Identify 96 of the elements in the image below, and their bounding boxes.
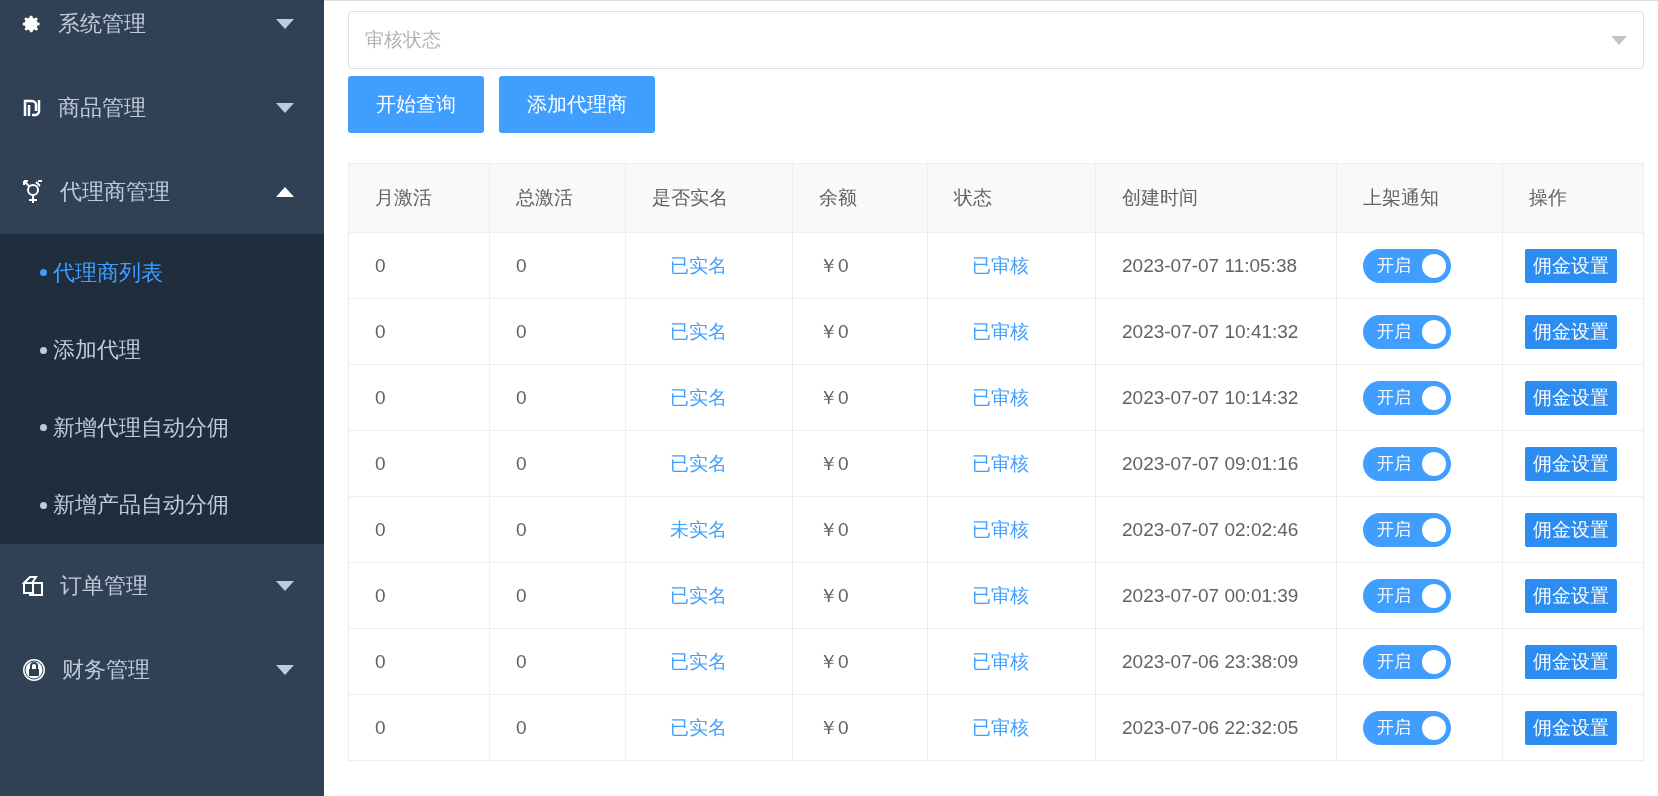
total-activation: 0 bbox=[516, 650, 527, 672]
gear-icon bbox=[22, 14, 42, 34]
realname-status[interactable]: 已实名 bbox=[652, 716, 727, 738]
review-status[interactable]: 已审核 bbox=[954, 452, 1029, 474]
realname-status[interactable]: 已实名 bbox=[652, 452, 727, 474]
column-header: 月激活 bbox=[348, 163, 490, 233]
commission-button[interactable]: 佣金设置 bbox=[1525, 644, 1617, 679]
column-header: 是否实名 bbox=[625, 163, 793, 233]
review-status[interactable]: 已审核 bbox=[954, 320, 1029, 342]
monthly-activation: 0 bbox=[375, 386, 386, 408]
balance: ￥0 bbox=[819, 518, 849, 540]
monthly-activation: 0 bbox=[375, 518, 386, 540]
menu-item[interactable]: 商品管理 bbox=[0, 66, 324, 150]
column-header: 上架通知 bbox=[1336, 163, 1503, 233]
submenu-item[interactable]: 代理商列表 bbox=[0, 234, 324, 312]
gender-symbol-icon bbox=[22, 180, 44, 204]
created-time: 2023-07-06 23:38:09 bbox=[1122, 650, 1299, 672]
total-activation: 0 bbox=[516, 452, 527, 474]
shekel-icon bbox=[22, 98, 42, 118]
realname-status[interactable]: 未实名 bbox=[652, 518, 727, 540]
column-header: 状态 bbox=[927, 163, 1096, 233]
balance: ￥0 bbox=[819, 716, 849, 738]
balance: ￥0 bbox=[819, 386, 849, 408]
caret-icon bbox=[276, 19, 294, 29]
status-select[interactable]: 审核状态 bbox=[348, 11, 1644, 69]
realname-status[interactable]: 已实名 bbox=[652, 320, 727, 342]
menu-item[interactable]: 系统管理 bbox=[0, 0, 324, 66]
menu-item[interactable]: 财务管理 bbox=[0, 628, 324, 712]
commission-button[interactable]: 佣金设置 bbox=[1525, 512, 1617, 547]
monthly-activation: 0 bbox=[375, 716, 386, 738]
total-activation: 0 bbox=[516, 320, 527, 342]
submenu-item[interactable]: 新增产品自动分佣 bbox=[0, 466, 324, 544]
column-header: 操作 bbox=[1502, 163, 1644, 233]
balance: ￥0 bbox=[819, 650, 849, 672]
notify-toggle[interactable]: 开启 bbox=[1363, 512, 1451, 547]
realname-status[interactable]: 已实名 bbox=[652, 650, 727, 672]
balance: ￥0 bbox=[819, 320, 849, 342]
commission-button[interactable]: 佣金设置 bbox=[1525, 314, 1617, 349]
commission-button[interactable]: 佣金设置 bbox=[1525, 578, 1617, 613]
total-activation: 0 bbox=[516, 518, 527, 540]
created-time: 2023-07-07 10:14:32 bbox=[1122, 386, 1299, 408]
total-activation: 0 bbox=[516, 584, 527, 606]
created-time: 2023-07-07 02:02:46 bbox=[1122, 518, 1299, 540]
caret-icon bbox=[1611, 35, 1627, 45]
balance: ￥0 bbox=[819, 452, 849, 474]
review-status[interactable]: 已审核 bbox=[954, 584, 1029, 606]
created-time: 2023-07-07 09:01:16 bbox=[1122, 452, 1299, 474]
monthly-activation: 0 bbox=[375, 320, 386, 342]
created-time: 2023-07-07 00:01:39 bbox=[1122, 584, 1299, 606]
total-activation: 0 bbox=[516, 254, 527, 276]
realname-status[interactable]: 已实名 bbox=[652, 386, 727, 408]
monthly-activation: 0 bbox=[375, 254, 386, 276]
total-activation: 0 bbox=[516, 716, 527, 738]
notify-toggle[interactable]: 开启 bbox=[1363, 644, 1451, 679]
review-status[interactable]: 已审核 bbox=[954, 518, 1029, 540]
notify-toggle[interactable]: 开启 bbox=[1363, 314, 1451, 349]
menu-item[interactable]: 订单管理 bbox=[0, 544, 324, 628]
notify-toggle[interactable]: 开启 bbox=[1363, 578, 1451, 613]
commission-button[interactable]: 佣金设置 bbox=[1525, 248, 1617, 283]
documents-icon bbox=[22, 575, 44, 597]
action-button[interactable]: 添加代理商 bbox=[499, 76, 655, 133]
menu-item[interactable]: 代理商管理 bbox=[0, 150, 324, 234]
monthly-activation: 0 bbox=[375, 650, 386, 672]
submenu-item[interactable]: 添加代理 bbox=[0, 311, 324, 389]
select-placeholder: 审核状态 bbox=[365, 28, 441, 52]
monthly-activation: 0 bbox=[375, 452, 386, 474]
action-button[interactable]: 开始查询 bbox=[348, 76, 484, 133]
created-time: 2023-07-07 10:41:32 bbox=[1122, 320, 1299, 342]
notify-toggle[interactable]: 开启 bbox=[1363, 710, 1451, 745]
created-time: 2023-07-06 22:32:05 bbox=[1122, 716, 1299, 738]
column-header: 总激活 bbox=[489, 163, 626, 233]
created-time: 2023-07-07 11:05:38 bbox=[1122, 254, 1298, 276]
balance: ￥0 bbox=[819, 584, 849, 606]
balance: ￥0 bbox=[819, 254, 849, 276]
lock-icon bbox=[22, 658, 46, 682]
caret-icon bbox=[276, 581, 294, 591]
column-header: 余额 bbox=[792, 163, 928, 233]
notify-toggle[interactable]: 开启 bbox=[1363, 446, 1451, 481]
caret-icon bbox=[276, 103, 294, 113]
review-status[interactable]: 已审核 bbox=[954, 716, 1029, 738]
submenu-item[interactable]: 新增代理自动分佣 bbox=[0, 389, 324, 467]
monthly-activation: 0 bbox=[375, 584, 386, 606]
notify-toggle[interactable]: 开启 bbox=[1363, 380, 1451, 415]
commission-button[interactable]: 佣金设置 bbox=[1525, 710, 1617, 745]
caret-icon bbox=[276, 665, 294, 675]
total-activation: 0 bbox=[516, 386, 527, 408]
caret-icon bbox=[276, 187, 294, 197]
review-status[interactable]: 已审核 bbox=[954, 386, 1029, 408]
realname-status[interactable]: 已实名 bbox=[652, 254, 727, 276]
realname-status[interactable]: 已实名 bbox=[652, 584, 727, 606]
commission-button[interactable]: 佣金设置 bbox=[1525, 380, 1617, 415]
column-header: 创建时间 bbox=[1095, 163, 1337, 233]
notify-toggle[interactable]: 开启 bbox=[1363, 248, 1451, 283]
commission-button[interactable]: 佣金设置 bbox=[1525, 446, 1617, 481]
review-status[interactable]: 已审核 bbox=[954, 650, 1029, 672]
review-status[interactable]: 已审核 bbox=[954, 254, 1029, 276]
